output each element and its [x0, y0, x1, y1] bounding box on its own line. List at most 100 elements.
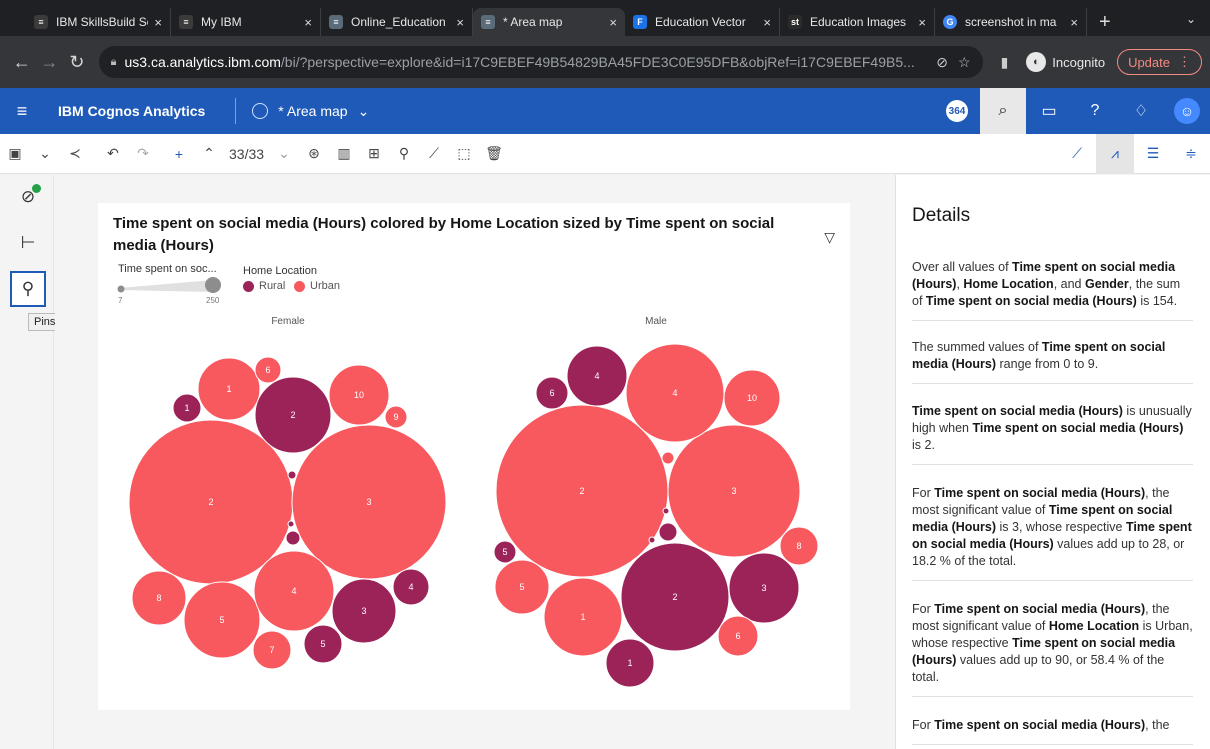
page-counter: 33/33 — [229, 145, 265, 162]
back-arrow-icon[interactable]: ← — [8, 52, 36, 73]
insights-icon[interactable]: ⩘ — [1096, 133, 1134, 174]
close-icon[interactable]: × — [456, 15, 464, 30]
close-icon[interactable]: × — [1070, 15, 1078, 30]
browser-tab[interactable]: ≡ My IBM × — [171, 8, 321, 36]
help-button[interactable]: ? — [1072, 88, 1118, 134]
exploration-toolbar: ▣ ⌄ ≺ ↶ ↷ + ⌃ 33/33 ⌄ ⊛ ▥ ⊞ ⚲ ⟋ ⬚ 🗑︎ ⟋ ⩘… — [0, 133, 1210, 174]
insight-item: Time spent on social media (Hours) is un… — [912, 403, 1193, 465]
chevron-down-icon[interactable]: ⌄ — [30, 134, 60, 174]
chevron-down-icon[interactable]: ⌄ — [269, 134, 299, 174]
tab-title: My IBM — [201, 15, 242, 29]
hamburger-menu-icon[interactable]: ≡ — [0, 101, 44, 122]
document-title-menu[interactable]: * Area map ⌄ — [252, 103, 369, 120]
close-icon[interactable]: × — [304, 15, 312, 30]
forward-arrow-icon[interactable]: → — [36, 52, 64, 73]
trash-icon[interactable]: 🗑︎ — [479, 134, 509, 174]
undo-icon[interactable]: ↶ — [98, 134, 128, 174]
chat-button[interactable]: ▭ — [1026, 88, 1072, 134]
relationships-button[interactable]: ⊢ — [10, 225, 46, 261]
pins-button[interactable]: ⚲ — [10, 271, 46, 307]
legend-swatch — [243, 280, 254, 292]
line-chart-icon[interactable]: ⟋ — [419, 134, 449, 174]
notification-counter[interactable]: 364 — [934, 88, 980, 134]
divider — [235, 98, 237, 124]
left-rail: ⊘ ⊢ ⚲ — [0, 175, 54, 749]
assistant-icon[interactable]: ⊛ — [299, 134, 329, 174]
browser-tab-active[interactable]: ≡ * Area map × — [473, 8, 625, 36]
add-icon[interactable]: + — [164, 134, 194, 174]
brand: IBM Cognos Analytics — [44, 103, 219, 119]
compare-icon[interactable]: ⊞ — [359, 134, 389, 174]
f-logo-icon: F — [633, 15, 647, 29]
status-dot — [32, 184, 41, 193]
incognito-label: Incognito — [1052, 54, 1106, 70]
close-icon[interactable]: × — [918, 15, 926, 30]
exploration-icon — [252, 103, 269, 119]
details-title: Details — [912, 205, 971, 226]
share-icon[interactable]: ≺ — [60, 134, 90, 174]
reload-icon[interactable]: ↻ — [63, 52, 91, 73]
tab-title: * Area map — [503, 15, 563, 29]
notifications-button[interactable]: ♢ — [1118, 88, 1164, 134]
url-field[interactable]: 🔒︎ us3.ca.analytics.ibm.com /bi/?perspec… — [98, 46, 983, 78]
browser-tab[interactable]: ≡ IBM SkillsBuild So × — [26, 8, 171, 36]
color-legend-label: Home Location — [243, 265, 317, 277]
fields-icon[interactable]: ☰ — [1134, 134, 1172, 174]
browser-tab[interactable]: st Education Images × — [780, 8, 935, 36]
legend-item-rural[interactable]: Rural — [243, 280, 285, 292]
redo-icon[interactable]: ↷ — [128, 134, 158, 174]
insight-item: The summed values of Time spent on socia… — [912, 339, 1193, 384]
eye-off-icon[interactable]: ⊘ — [936, 54, 948, 71]
close-icon[interactable]: × — [763, 15, 771, 30]
legend-item-urban[interactable]: Urban — [294, 280, 340, 292]
incognito-indicator[interactable]: ◐ Incognito — [1026, 52, 1105, 72]
properties-icon[interactable]: ≑ — [1172, 134, 1210, 174]
update-button[interactable]: Update ⋮ — [1117, 49, 1202, 75]
browser-tab[interactable]: ≡ Online_Education × — [321, 8, 473, 36]
close-icon[interactable]: × — [609, 15, 617, 30]
sidebar-icon[interactable]: ▮ — [1001, 54, 1009, 71]
chevron-up-icon[interactable]: ⌃ — [194, 134, 224, 174]
visualization-icon[interactable]: ⟋ — [1058, 134, 1096, 174]
size-legend-label: Time spent on soc... — [118, 263, 217, 275]
search-button[interactable]: ⌕ — [980, 88, 1026, 134]
browser-tabbar: ≡ IBM SkillsBuild So × ≡ My IBM × ≡ Onli… — [0, 0, 1210, 36]
chart-title: Time spent on social media (Hours) color… — [113, 215, 775, 254]
insight-item: Over all values of Time spent on social … — [912, 259, 1193, 321]
chevron-down-icon[interactable]: ⌄ — [1186, 12, 1196, 26]
tab-title: IBM SkillsBuild So — [56, 15, 149, 29]
insight-item: For Time spent on social media (Hours), … — [912, 601, 1193, 697]
search-icon: ⌕ — [998, 102, 1008, 119]
close-icon[interactable]: × — [154, 15, 162, 30]
user-menu-button[interactable]: ☺ — [1164, 88, 1210, 134]
filter-icon[interactable]: ▽ — [824, 229, 835, 246]
legend-swatch — [294, 280, 305, 292]
bell-icon: ♢ — [1133, 103, 1149, 120]
legend-label: Urban — [310, 280, 340, 292]
url-path: /bi/?perspective=explore&id=i17C9EBEF49B… — [280, 54, 915, 70]
browser-tab[interactable]: F Education Vector × — [625, 8, 780, 36]
chart-card: Time spent on social media (Hours) color… — [98, 203, 850, 710]
browser-tab[interactable]: G screenshot in ma × — [935, 8, 1087, 36]
pin-icon[interactable]: ⚲ — [389, 134, 419, 174]
url-host: us3.ca.analytics.ibm.com — [124, 54, 281, 70]
star-icon[interactable]: ☆ — [958, 54, 971, 71]
incognito-icon: ◐ — [1026, 52, 1047, 72]
new-tab-button[interactable]: + — [1087, 8, 1123, 36]
tab-title: Online_Education — [351, 15, 446, 29]
list-icon: ≡ — [481, 15, 495, 29]
legend-label: Rural — [259, 280, 286, 292]
chevron-down-icon: ⌄ — [357, 102, 370, 119]
pin-icon: ⚲ — [21, 279, 35, 298]
document-title: * Area map — [278, 103, 348, 119]
select-frame-icon[interactable]: ⬚ — [449, 134, 479, 174]
details-panel: Details Over all values of Time spent on… — [895, 175, 1210, 749]
save-icon[interactable]: ▣ — [0, 134, 30, 174]
data-view-icon[interactable]: ▥ — [329, 134, 359, 174]
insight-item: For Time spent on social media (Hours), … — [912, 485, 1193, 581]
tab-title: Education Vector — [655, 15, 746, 29]
list-icon: ≡ — [329, 15, 343, 29]
google-logo-icon: G — [943, 15, 957, 29]
data-source-button[interactable]: ⊘ — [10, 179, 46, 215]
st-logo-icon: st — [788, 15, 802, 29]
